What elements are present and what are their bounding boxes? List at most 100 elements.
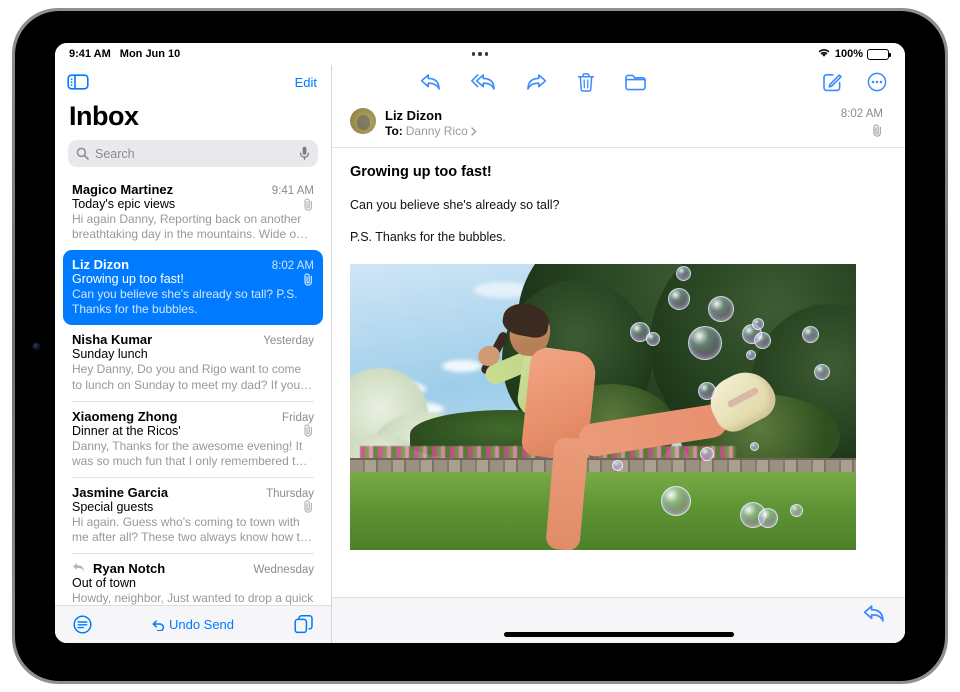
battery-percent-label: 100% bbox=[834, 48, 863, 60]
message-date: Friday bbox=[282, 411, 314, 424]
replied-arrow-icon bbox=[72, 562, 85, 573]
bubble bbox=[676, 266, 691, 281]
message-sender: Jasmine Garcia bbox=[72, 484, 169, 500]
message-list-item[interactable]: Ryan Notch Wednesday Out of town Howdy, nei… bbox=[63, 554, 323, 605]
new-window-icon[interactable] bbox=[294, 615, 313, 634]
device-bezel: 9:41 AM Mon Jun 10 100% Edit Inbox Searc… bbox=[15, 11, 945, 681]
bubble bbox=[790, 504, 803, 517]
message-list[interactable]: Magico Martinez 9:41 AM Today's epic views… bbox=[55, 175, 331, 605]
bubble bbox=[700, 447, 714, 461]
message-preview: Hey Danny, Do you and Rigo want to come … bbox=[72, 362, 313, 392]
forward-icon[interactable] bbox=[526, 73, 547, 91]
sidebar-topbar: Edit bbox=[55, 65, 331, 99]
message-row-subject: Dinner at the Ricos' bbox=[72, 424, 314, 438]
more-circle-icon[interactable] bbox=[867, 72, 887, 92]
bubble bbox=[661, 486, 691, 516]
message-time: 8:02 AM bbox=[840, 108, 883, 120]
message-list-item[interactable]: Xiaomeng Zhong Friday Dinner at the Ricos'… bbox=[63, 402, 323, 477]
folder-icon[interactable] bbox=[625, 74, 647, 91]
bubble bbox=[646, 332, 660, 346]
reply-icon[interactable] bbox=[420, 73, 441, 91]
multitasking-grabber-icon[interactable] bbox=[471, 52, 489, 56]
message-photo-attachment[interactable] bbox=[350, 264, 856, 550]
message-row-top: Magico Martinez 9:41 AM bbox=[72, 182, 314, 197]
message-list-item[interactable]: Liz Dizon 8:02 AM Growing up too fast! Can … bbox=[63, 250, 323, 326]
message-row-top: Nisha Kumar Yesterday bbox=[72, 332, 314, 347]
status-bar-right: 100% bbox=[817, 47, 891, 61]
detail-toolbar-actions bbox=[420, 72, 647, 92]
message-subject: Growing up too fast! bbox=[72, 272, 184, 287]
message-header: Liz Dizon To: Danny Rico 8:02 AM bbox=[332, 99, 905, 148]
ipad-screen: 9:41 AM Mon Jun 10 100% Edit Inbox Searc… bbox=[55, 43, 905, 643]
paperclip-icon bbox=[872, 124, 883, 137]
message-subject: Growing up too fast! bbox=[350, 164, 492, 180]
bubble bbox=[688, 326, 722, 360]
status-date: Mon Jun 10 bbox=[119, 48, 181, 60]
reply-icon[interactable] bbox=[863, 604, 885, 623]
split-view: Edit Inbox Search Magico Martinez 9:41 A… bbox=[55, 65, 905, 643]
bubble bbox=[750, 442, 759, 451]
message-list-item[interactable]: Jasmine Garcia Thursday Special guests Hi a… bbox=[63, 478, 323, 553]
message-sender: Nisha Kumar bbox=[72, 332, 153, 348]
detail-toolbar-right bbox=[823, 72, 887, 92]
sidebar-toggle-icon[interactable] bbox=[67, 73, 89, 91]
message-recipient-row[interactable]: To: Danny Rico bbox=[385, 124, 477, 138]
message-row-subject: Today's epic views bbox=[72, 197, 314, 211]
status-bar: 9:41 AM Mon Jun 10 100% bbox=[55, 43, 905, 65]
message-header-meta: 8:02 AM bbox=[841, 108, 883, 137]
front-camera-icon bbox=[33, 343, 40, 350]
undo-arrow-icon bbox=[152, 619, 165, 632]
search-placeholder: Search bbox=[95, 146, 135, 161]
message-sender: Magico Martinez bbox=[72, 182, 174, 197]
message-preview: Hi again Danny, Reporting back on anothe… bbox=[72, 212, 309, 242]
detail-footer-toolbar bbox=[332, 597, 905, 643]
battery-icon bbox=[867, 48, 891, 60]
message-subject: Today's epic views bbox=[72, 197, 176, 211]
microphone-icon[interactable] bbox=[299, 146, 310, 161]
bubble bbox=[802, 326, 819, 343]
edit-button[interactable]: Edit bbox=[295, 75, 317, 90]
message-sender: Xiaomeng Zhong bbox=[72, 408, 178, 424]
message-paragraph-1: Can you believe she's already so tall? bbox=[350, 198, 560, 212]
message-date: 9:41 AM bbox=[271, 185, 314, 197]
bubble bbox=[698, 382, 716, 400]
bubble bbox=[612, 460, 623, 471]
reply-all-icon[interactable] bbox=[471, 73, 496, 91]
message-list-item[interactable]: Nisha Kumar Yesterday Sunday lunch Hey Dann… bbox=[63, 325, 323, 400]
message-date: Thursday bbox=[266, 487, 314, 500]
search-icon bbox=[76, 147, 89, 160]
message-list-item[interactable]: Magico Martinez 9:41 AM Today's epic views… bbox=[63, 175, 323, 250]
bubble bbox=[754, 332, 771, 349]
status-time: 9:41 AM bbox=[69, 48, 111, 60]
to-recipient: Danny Rico bbox=[405, 124, 468, 138]
filter-icon[interactable] bbox=[73, 615, 92, 634]
status-bar-center bbox=[55, 43, 905, 65]
bubble bbox=[752, 318, 764, 330]
message-row-top: Xiaomeng Zhong Friday bbox=[72, 409, 314, 424]
message-subject: Dinner at the Ricos' bbox=[72, 423, 181, 438]
undo-send-button[interactable]: Undo Send bbox=[152, 617, 234, 632]
message-header-names: Liz Dizon To: Danny Rico bbox=[385, 108, 477, 138]
paperclip-icon bbox=[303, 273, 314, 286]
message-row-subject: Special guests bbox=[72, 500, 314, 514]
message-row-subject: Growing up too fast! bbox=[72, 272, 314, 286]
bubble bbox=[746, 350, 756, 360]
message-detail-pane: Liz Dizon To: Danny Rico 8:02 AM Growing… bbox=[332, 65, 905, 643]
paperclip-icon bbox=[303, 500, 314, 514]
message-body: Growing up too fast! Can you believe she… bbox=[332, 148, 905, 597]
home-indicator[interactable] bbox=[503, 632, 734, 637]
compose-icon[interactable] bbox=[823, 73, 842, 92]
message-row-subject: Sunday lunch bbox=[72, 347, 314, 361]
message-subject: Special guests bbox=[72, 499, 154, 514]
message-date: Yesterday bbox=[263, 335, 314, 348]
ipad-device-frame: 9:41 AM Mon Jun 10 100% Edit Inbox Searc… bbox=[12, 8, 948, 684]
paperclip-icon bbox=[303, 197, 314, 211]
detail-toolbar bbox=[332, 65, 905, 99]
undo-send-label: Undo Send bbox=[168, 617, 235, 632]
message-preview: Hi again. Guess who's coming to town wit… bbox=[72, 514, 312, 544]
chevron-right-icon bbox=[471, 126, 477, 136]
message-row-top: Jasmine Garcia Thursday bbox=[72, 485, 314, 500]
trash-icon[interactable] bbox=[577, 72, 595, 92]
search-input[interactable]: Search bbox=[68, 140, 318, 167]
message-date: 8:02 AM bbox=[271, 260, 314, 273]
